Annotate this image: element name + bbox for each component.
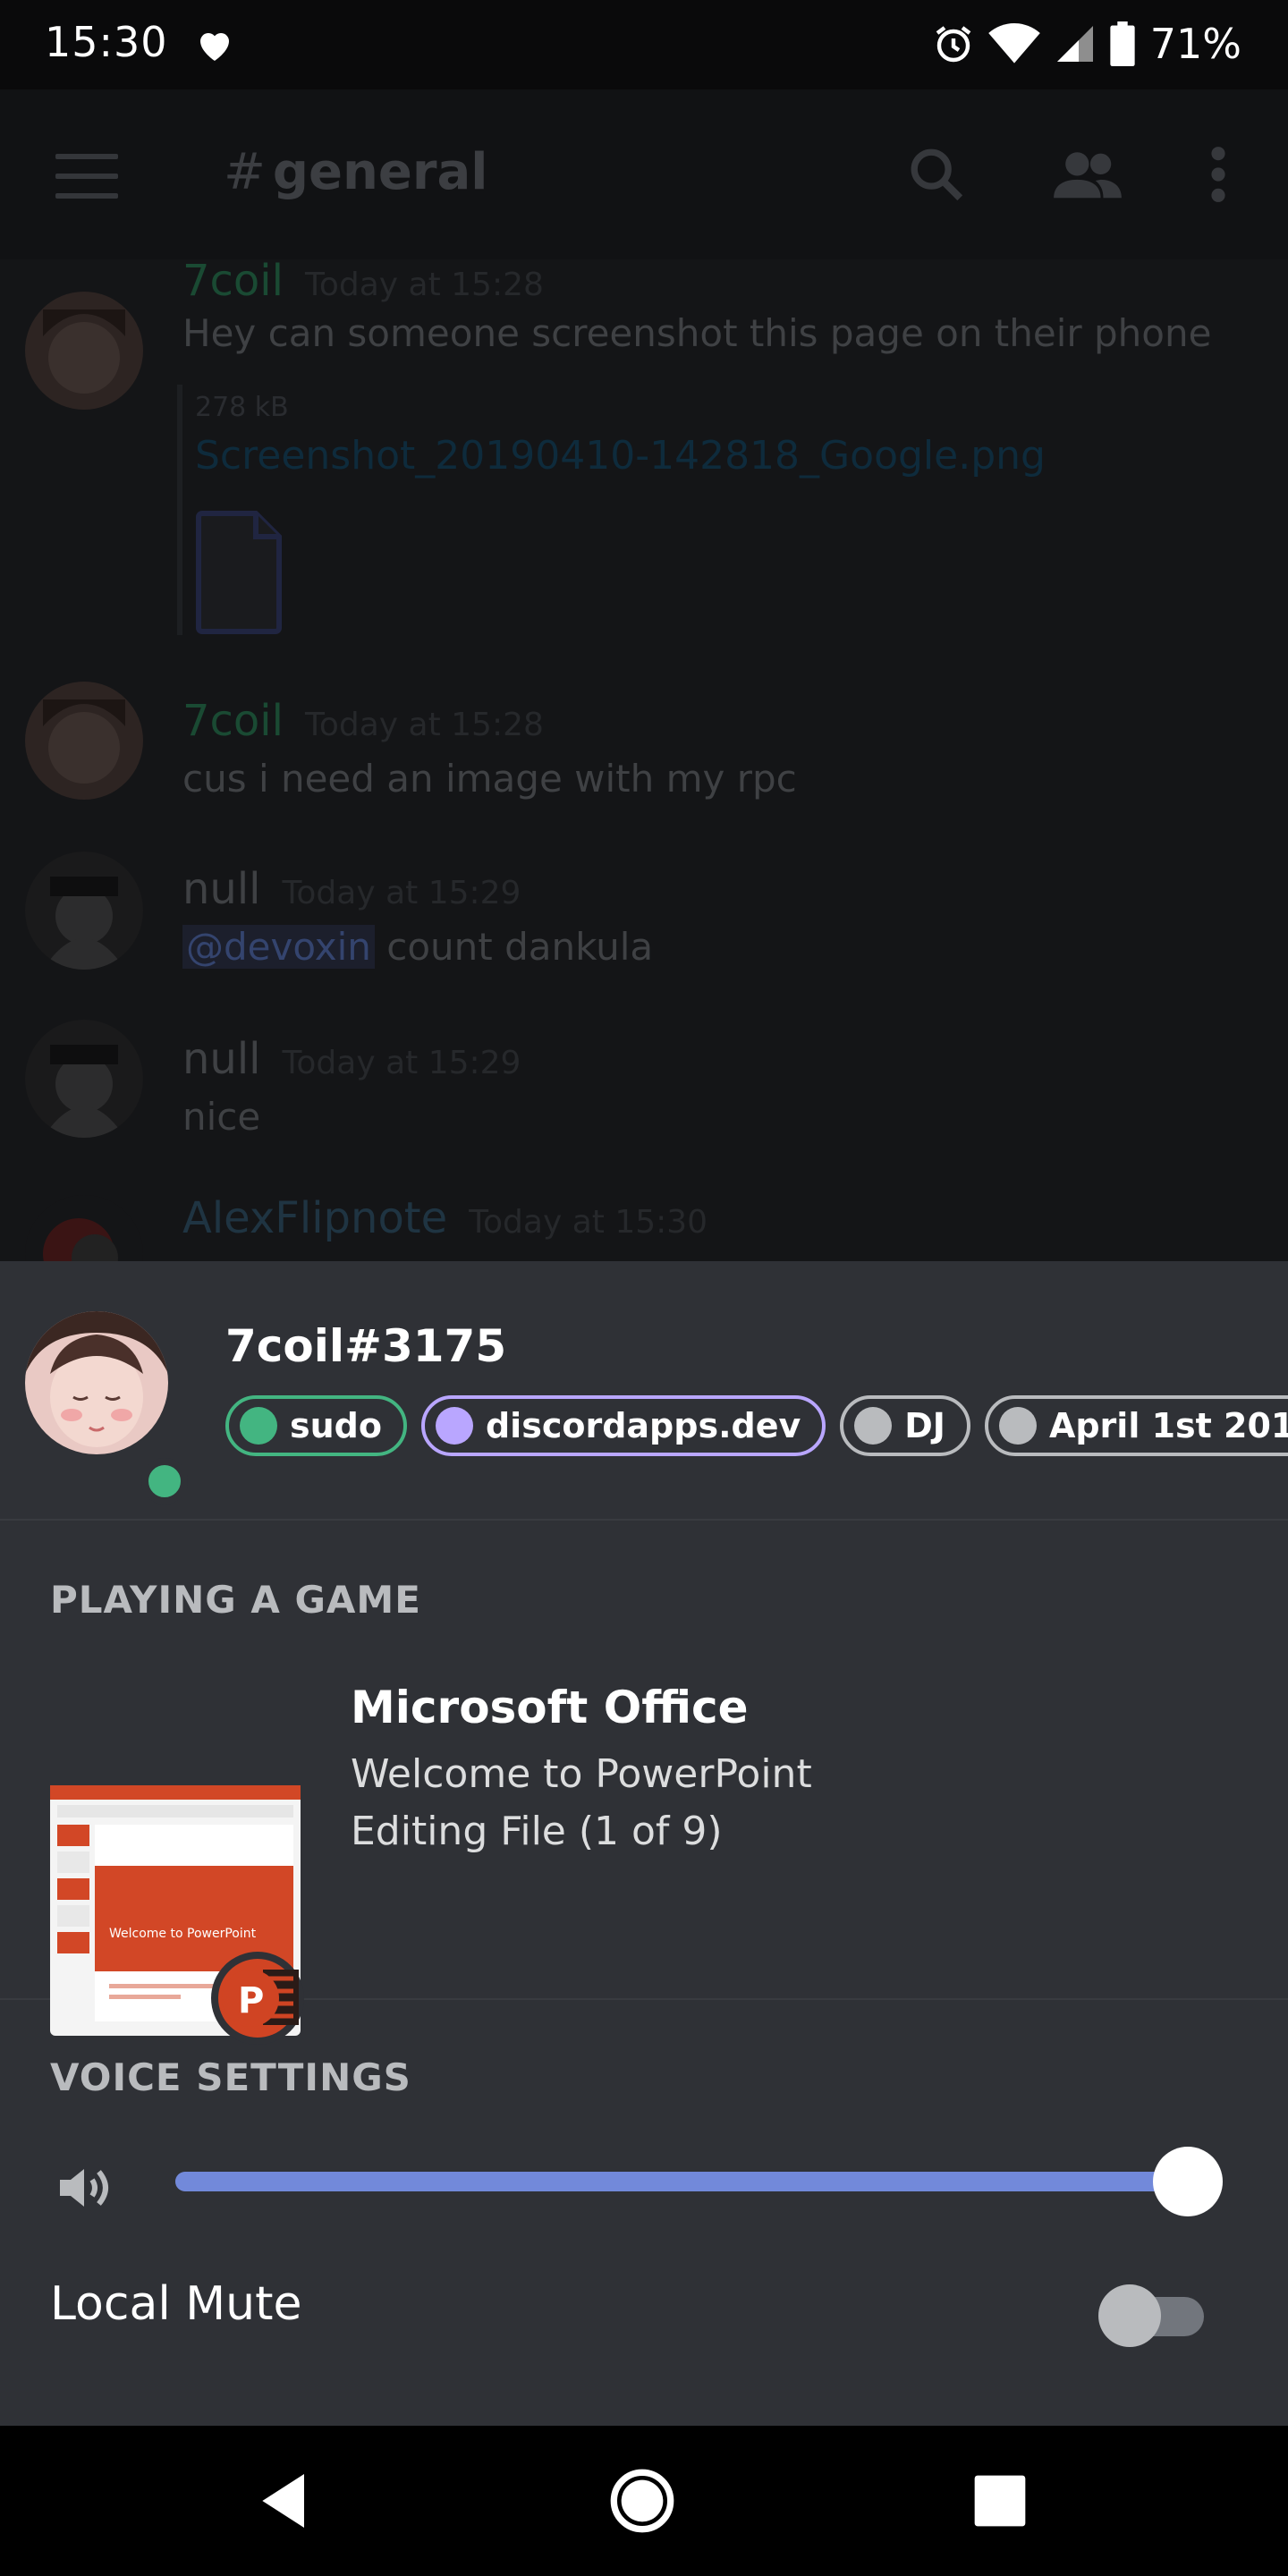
- screen: 15:30 71% # general 7coil Today at 15:28…: [0, 0, 1288, 2576]
- role-color-dot: [435, 1407, 473, 1445]
- username: 7coil#3175: [225, 1320, 507, 1372]
- attachment-size: 278 kB: [195, 392, 289, 423]
- menu-icon[interactable]: [55, 154, 118, 199]
- author-avatar[interactable]: [25, 682, 143, 800]
- message-text: cus i need an image with my rpc: [182, 757, 797, 801]
- battery-percent: 71%: [1149, 20, 1241, 68]
- role-name: April 1st 2019: [1048, 1406, 1288, 1445]
- channel-hash-icon: #: [224, 143, 266, 201]
- user-avatar[interactable]: [25, 1311, 188, 1504]
- role-color-dot: [854, 1407, 893, 1445]
- volume-slider-fill: [175, 2172, 1188, 2191]
- role-pill-april-1st-2019[interactable]: April 1st 2019: [984, 1395, 1288, 1456]
- heart-icon: [200, 33, 229, 61]
- home-icon[interactable]: [606, 2465, 678, 2537]
- message-author[interactable]: 7coil: [182, 696, 284, 746]
- profile-header: 7coil#3175 sudo discordapps.dev DJ April…: [0, 1261, 1288, 1521]
- volume-icon: [60, 2169, 108, 2207]
- message-timestamp: Today at 15:30: [469, 1204, 708, 1241]
- game-details: Welcome to PowerPoint: [351, 1751, 812, 1797]
- members-icon[interactable]: [1050, 143, 1125, 206]
- status-icons: 71%: [932, 18, 1241, 70]
- svg-text:P: P: [238, 1980, 264, 2021]
- game-name: Microsoft Office: [351, 1682, 749, 1733]
- message-text: nice: [182, 1095, 261, 1139]
- file-icon[interactable]: [195, 510, 284, 635]
- role-name: discordapps.dev: [485, 1406, 801, 1445]
- local-mute-label: Local Mute: [50, 2277, 302, 2331]
- message-timestamp: Today at 15:29: [282, 1045, 521, 1081]
- attachment-bar: [177, 385, 182, 635]
- local-mute-toggle[interactable]: [1098, 2284, 1206, 2347]
- message-timestamp: Today at 15:28: [304, 707, 544, 743]
- message-author[interactable]: AlexFlipnote: [182, 1193, 447, 1243]
- voice-settings-title: VOICE SETTINGS: [50, 2055, 411, 2099]
- wifi-icon: [987, 22, 1040, 64]
- role-list: sudo discordapps.dev DJ April 1st 2019: [225, 1395, 1288, 1456]
- recents-icon[interactable]: [964, 2465, 1036, 2537]
- message-text: Hey can someone screenshot this page on …: [182, 311, 1212, 355]
- back-icon[interactable]: [250, 2465, 322, 2537]
- role-color-dot: [998, 1407, 1037, 1445]
- game-state: Editing File (1 of 9): [351, 1809, 723, 1854]
- activity-section-title: PLAYING A GAME: [50, 1578, 421, 1622]
- battery-icon: [1110, 21, 1135, 66]
- role-pill-sudo[interactable]: sudo: [225, 1395, 407, 1456]
- role-color-dot: [240, 1407, 277, 1445]
- toggle-knob: [1098, 2284, 1161, 2347]
- cell-signal-icon: [1056, 26, 1093, 62]
- role-name: DJ: [904, 1406, 945, 1445]
- message-author[interactable]: null: [182, 864, 261, 914]
- channel-name: general: [272, 143, 488, 201]
- attachment-link[interactable]: Screenshot_20190410-142818_Google.png: [195, 433, 1046, 479]
- role-pill-discordapps-dev[interactable]: discordapps.dev: [420, 1395, 826, 1456]
- user-profile-sheet: 7coil#3175 sudo discordapps.dev DJ April…: [0, 1261, 1288, 2426]
- message-author[interactable]: 7coil: [182, 256, 284, 306]
- chat-background: # general 7coil Today at 15:28 Hey can so: [0, 89, 1288, 1261]
- game-large-image: Welcome to PowerPoint P: [50, 1785, 304, 2045]
- status-bar: 15:30 71%: [0, 0, 1288, 89]
- volume-slider-thumb[interactable]: [1153, 2147, 1223, 2216]
- search-icon[interactable]: [905, 143, 968, 206]
- author-avatar[interactable]: [25, 1195, 143, 1261]
- message-text: @devoxin count dankula: [182, 925, 653, 969]
- role-pill-dj[interactable]: DJ: [840, 1395, 970, 1456]
- game-image-caption: Welcome to PowerPoint: [109, 1927, 257, 1941]
- volume-slider[interactable]: [175, 2147, 1223, 2216]
- message-text-body: count dankula: [374, 925, 654, 969]
- online-status-indicator: [141, 1458, 188, 1504]
- message-timestamp: Today at 15:29: [282, 875, 521, 911]
- system-navigation-bar: [0, 2426, 1288, 2576]
- alarm-icon: [936, 26, 971, 63]
- author-avatar[interactable]: [25, 292, 143, 410]
- author-avatar[interactable]: [25, 852, 143, 970]
- channel-title: # general: [224, 143, 487, 201]
- message-timestamp: Today at 15:28: [304, 267, 544, 303]
- message-author[interactable]: null: [182, 1034, 261, 1084]
- role-name: sudo: [290, 1406, 382, 1445]
- more-options-icon[interactable]: [1202, 143, 1234, 206]
- author-avatar[interactable]: [25, 1020, 143, 1138]
- status-time: 15:30: [45, 18, 168, 66]
- user-mention[interactable]: @devoxin: [182, 925, 375, 969]
- chat-top-bar: # general: [0, 89, 1288, 259]
